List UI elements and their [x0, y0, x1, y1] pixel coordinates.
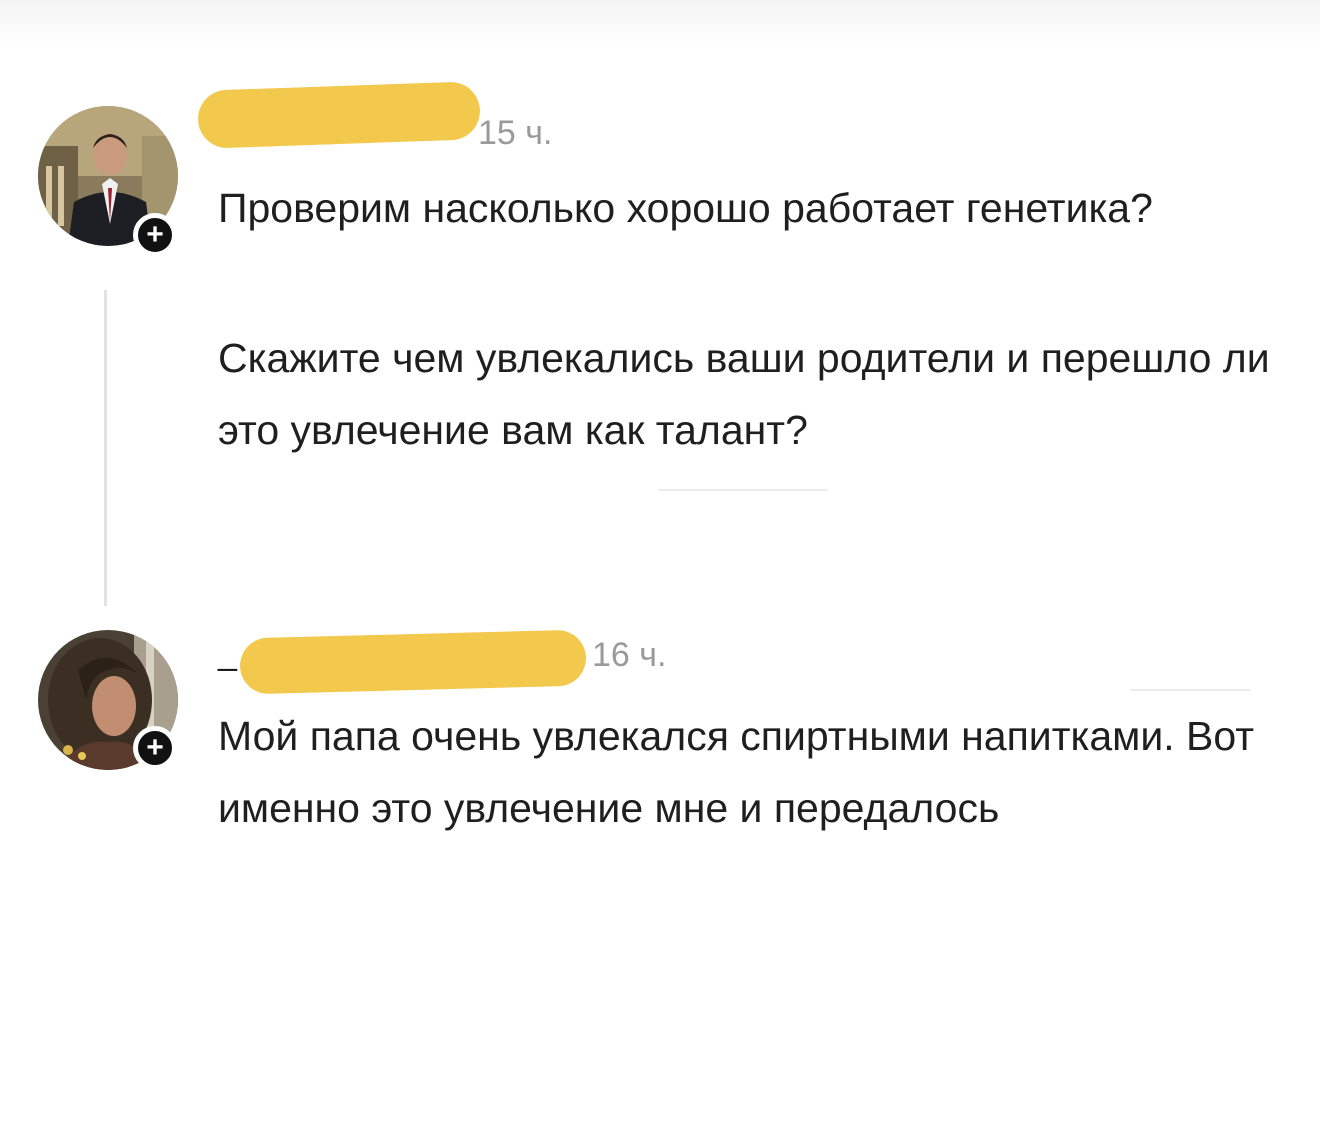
divider	[1130, 689, 1250, 691]
comment-meta: _ 16 ч.	[218, 622, 918, 695]
timestamp: 16 ч.	[592, 636, 667, 674]
username-redaction	[197, 81, 481, 149]
timestamp: 15 ч.	[478, 114, 553, 152]
username-redaction	[239, 629, 587, 695]
divider	[658, 489, 828, 491]
comment-meta: …аська 15 ч.	[197, 81, 918, 156]
thread-line	[104, 290, 107, 606]
comment-text: Мой папа очень увлекался спиртными напит…	[218, 713, 1255, 831]
follow-plus-icon[interactable]: +	[133, 726, 177, 770]
comment-text: Скажите чем увлекались ваши родители и п…	[218, 335, 1270, 453]
comment-text: Проверим насколько хорошо работает генет…	[218, 185, 1153, 231]
username[interactable]: _	[218, 634, 237, 673]
comment-item: + …аська 15 ч. Проверим насколько хорошо…	[0, 0, 1320, 610]
follow-plus-icon[interactable]: +	[133, 213, 177, 257]
